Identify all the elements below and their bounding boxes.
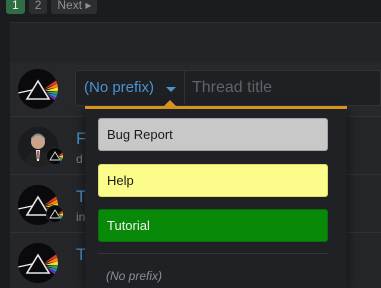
- prefix-dropdown-label: (No prefix): [84, 79, 155, 96]
- pagination: 1 2 Next ▸: [6, 0, 98, 14]
- thread-meta-text: in: [76, 210, 86, 224]
- menu-divider: [98, 253, 328, 254]
- prefix-menu: Bug Report Help Tutorial (No prefix): [85, 100, 347, 288]
- list-header-band: [10, 22, 381, 62]
- current-user-avatar[interactable]: [18, 69, 58, 109]
- forum-page: 1 2 Next ▸ (No prefix) Thread title F d …: [0, 0, 381, 288]
- page-2-button[interactable]: 2: [28, 0, 48, 14]
- chevron-down-icon: [166, 87, 176, 92]
- page-1-button[interactable]: 1: [6, 0, 25, 14]
- prism-avatar-icon: [18, 69, 58, 109]
- prism-avatar-icon: [47, 206, 63, 222]
- prism-avatar-icon: [18, 243, 58, 283]
- prefix-option-bug-report[interactable]: Bug Report: [98, 118, 328, 151]
- thread-meta-text: d: [76, 152, 83, 166]
- next-page-button[interactable]: Next ▸: [51, 0, 98, 14]
- prefix-option-none[interactable]: (No prefix): [106, 269, 162, 283]
- prefix-option-tutorial[interactable]: Tutorial: [98, 209, 328, 242]
- prism-avatar-icon: [47, 148, 63, 164]
- last-poster-avatar[interactable]: [46, 205, 64, 223]
- menu-pointer-arrow: [163, 100, 177, 107]
- next-page-label: Next: [57, 0, 83, 12]
- thread-title-input[interactable]: [185, 70, 381, 106]
- thread-author-avatar[interactable]: [18, 243, 58, 283]
- last-poster-avatar[interactable]: [46, 147, 64, 165]
- prefix-option-help[interactable]: Help: [98, 164, 328, 197]
